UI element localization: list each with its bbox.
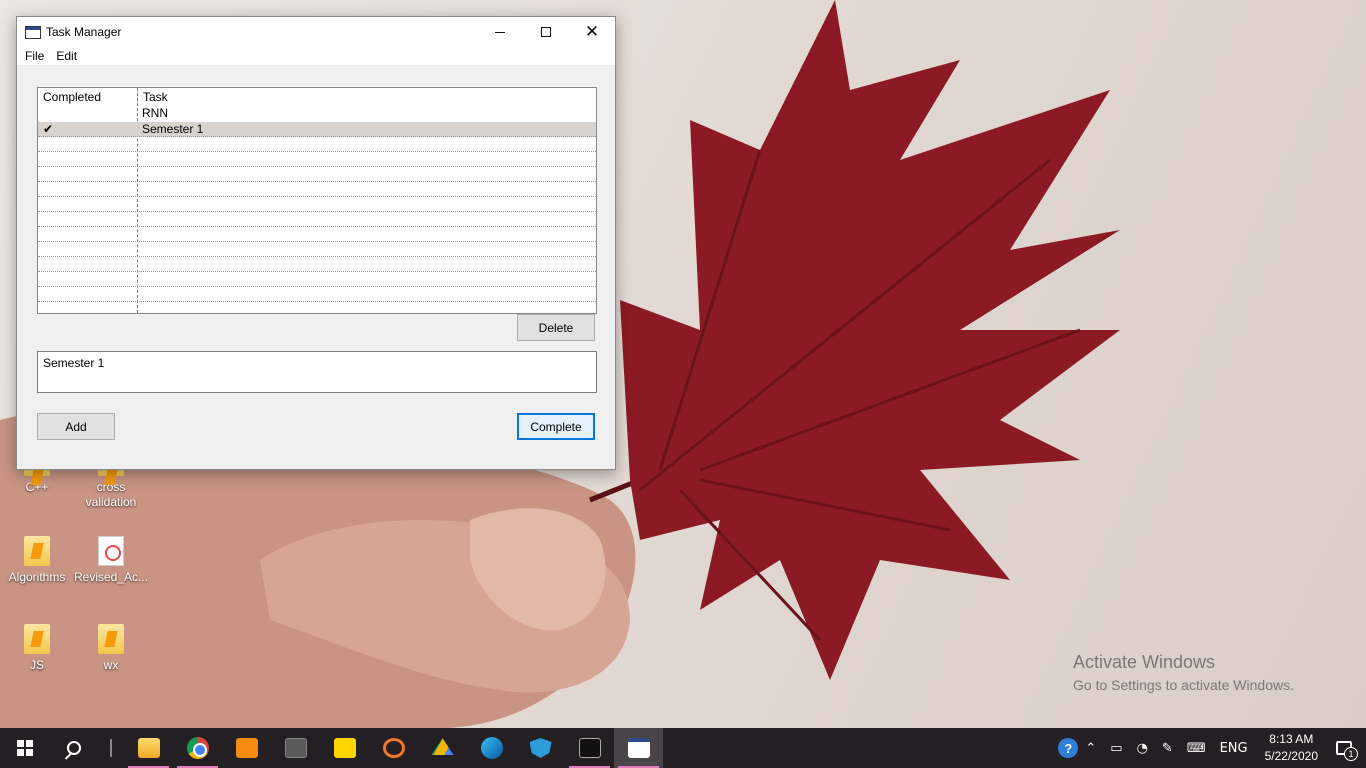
- task-list[interactable]: Completed Task RNN ✔ Semester 1: [37, 87, 597, 314]
- google-drive-icon: [431, 738, 454, 755]
- taskbar-security[interactable]: [516, 728, 565, 768]
- column-header-completed[interactable]: Completed: [38, 88, 138, 106]
- empty-row: [38, 137, 596, 152]
- taskbar-chrome[interactable]: [173, 728, 222, 768]
- taskbar-sticky-notes[interactable]: [320, 728, 369, 768]
- battery-icon[interactable]: ▭: [1110, 741, 1122, 756]
- folder-icon: [24, 536, 50, 566]
- chrome-icon: [186, 737, 209, 759]
- empty-row: [38, 287, 596, 302]
- task-list-header: Completed Task: [38, 88, 596, 106]
- desktop-icon-algorithms[interactable]: Algorithms: [0, 536, 74, 585]
- jupyter-icon: [382, 738, 405, 758]
- delete-button[interactable]: Delete: [517, 314, 595, 341]
- folder-icon: [98, 624, 124, 654]
- help-icon[interactable]: ?: [1058, 738, 1079, 758]
- add-button[interactable]: Add: [37, 413, 115, 440]
- maximize-icon: [541, 27, 551, 37]
- sticky-notes-icon: [333, 738, 356, 758]
- command-prompt-icon: [578, 738, 601, 758]
- clock-date: 5/22/2020: [1264, 749, 1318, 763]
- taskbar-cmd[interactable]: [565, 728, 614, 768]
- completed-cell: ✔: [38, 122, 138, 136]
- sublime-text-icon: [235, 738, 258, 758]
- empty-row: [38, 152, 596, 167]
- windows-logo-icon: [16, 740, 33, 756]
- keyboard-icon[interactable]: ⌨: [1187, 741, 1206, 756]
- menu-edit[interactable]: Edit: [50, 49, 83, 63]
- clock-time: 8:13 AM: [1269, 732, 1314, 746]
- empty-row: [38, 182, 596, 197]
- app-window-icon: [25, 25, 41, 39]
- edge-icon: [480, 737, 503, 759]
- task-manager-window: Task Manager ✕ File Edit Completed Task …: [16, 16, 616, 470]
- taskbar-sublime[interactable]: [222, 728, 271, 768]
- system-tray: ? ⌃ ▭ ◔ ✎ ⌨ ENG 8:13 AM 5/22/2020 1: [1058, 728, 1366, 768]
- chevron-up-icon[interactable]: ⌃: [1085, 741, 1096, 756]
- empty-row: [38, 242, 596, 257]
- menu-bar: File Edit: [17, 47, 615, 65]
- notification-count-badge: 1: [1344, 747, 1358, 761]
- desktop-icon-wx[interactable]: wx: [74, 624, 148, 673]
- taskbar-google-drive[interactable]: [418, 728, 467, 768]
- task-cell: RNN: [142, 106, 168, 120]
- taskbar: ? ⌃ ▭ ◔ ✎ ⌨ ENG 8:13 AM 5/22/2020 1: [0, 728, 1366, 768]
- empty-row: [38, 227, 596, 242]
- window-title: Task Manager: [46, 25, 122, 39]
- empty-row: [38, 167, 596, 182]
- complete-button[interactable]: Complete: [517, 413, 595, 440]
- search-icon: [66, 741, 81, 755]
- wifi-icon[interactable]: ◔: [1137, 741, 1148, 756]
- start-button[interactable]: [0, 728, 49, 768]
- taskbar-edge[interactable]: [467, 728, 516, 768]
- title-bar[interactable]: Task Manager ✕: [17, 17, 615, 47]
- language-indicator[interactable]: ENG: [1220, 741, 1248, 756]
- desktop-icon-revised[interactable]: Revised_Ac...: [74, 536, 148, 585]
- desktop-icon-label: Revised_Ac...: [74, 570, 149, 584]
- empty-row: [38, 212, 596, 227]
- menu-file[interactable]: File: [19, 49, 50, 63]
- terminal-icon: [284, 738, 307, 758]
- close-icon: ✕: [584, 21, 600, 42]
- watermark-subtitle: Go to Settings to activate Windows.: [1073, 677, 1294, 693]
- taskbar-separator: [110, 739, 112, 757]
- taskbar-terminal[interactable]: [271, 728, 320, 768]
- checkmark-icon: ✔: [43, 122, 54, 136]
- shield-icon: [529, 738, 552, 758]
- desktop-icon-js[interactable]: JS: [0, 624, 74, 673]
- table-row[interactable]: RNN: [38, 106, 596, 122]
- completed-cell: [38, 106, 138, 122]
- minimize-button[interactable]: [477, 17, 523, 47]
- taskbar-task-manager-app[interactable]: [614, 728, 663, 768]
- minimize-icon: [495, 31, 505, 33]
- desktop-icon-label: wx: [103, 658, 119, 672]
- file-explorer-icon: [137, 738, 160, 758]
- search-button[interactable]: [49, 728, 98, 768]
- task-input[interactable]: Semester 1: [37, 351, 597, 393]
- taskbar-jupyter[interactable]: [369, 728, 418, 768]
- app-window-icon: [627, 738, 650, 758]
- maximize-button[interactable]: [523, 17, 569, 47]
- notification-center-icon[interactable]: 1: [1336, 741, 1358, 761]
- close-button[interactable]: ✕: [569, 17, 615, 47]
- desktop-icon-label: JS: [29, 658, 44, 672]
- folder-icon: [24, 624, 50, 654]
- pdf-icon: [98, 536, 124, 566]
- watermark-title: Activate Windows: [1073, 652, 1216, 672]
- pen-icon[interactable]: ✎: [1162, 741, 1173, 756]
- task-cell: Semester 1: [142, 122, 204, 136]
- desktop-icon-label: Algorithms: [8, 570, 66, 584]
- clock[interactable]: 8:13 AM 5/22/2020: [1265, 731, 1318, 765]
- empty-row: [38, 272, 596, 287]
- empty-row: [38, 257, 596, 272]
- column-header-task[interactable]: Task: [138, 88, 596, 106]
- table-row-selected[interactable]: ✔ Semester 1: [38, 122, 596, 137]
- activate-windows-watermark: Activate Windows Go to Settings to activ…: [1073, 652, 1294, 693]
- taskbar-file-explorer[interactable]: [124, 728, 173, 768]
- empty-row: [38, 197, 596, 212]
